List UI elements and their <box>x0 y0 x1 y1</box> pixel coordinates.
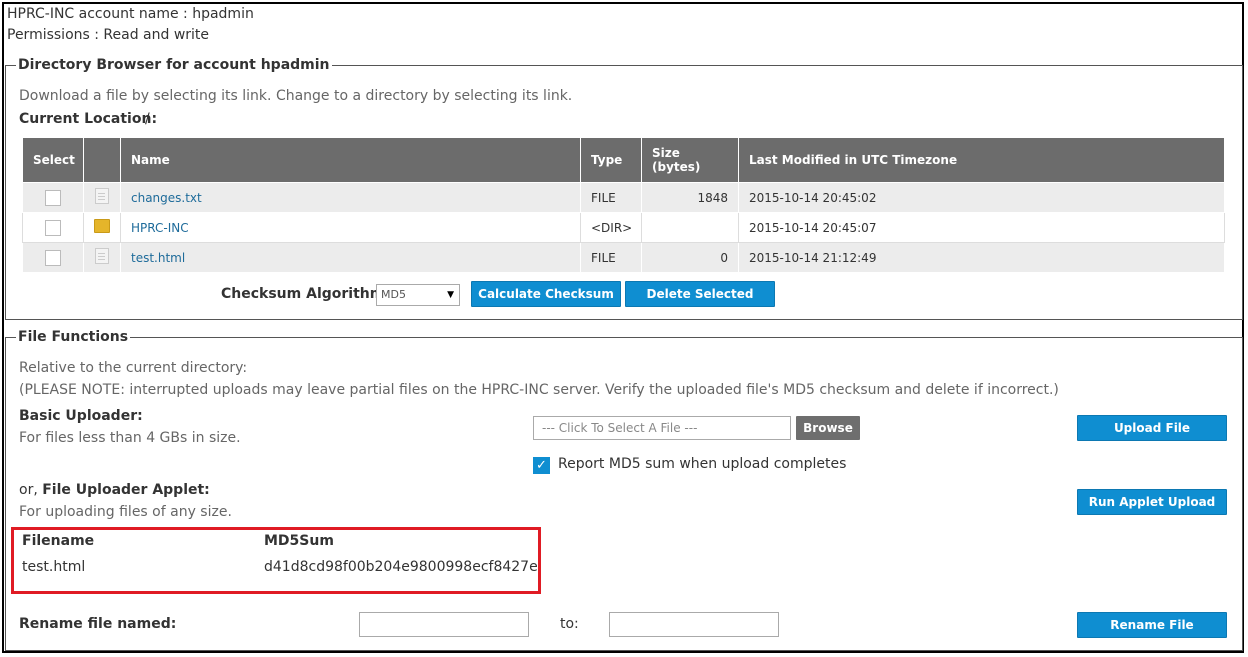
type-cell: <DIR> <box>580 212 642 243</box>
col-modified: Last Modified in UTC Timezone <box>738 137 1225 183</box>
size-cell: 1848 <box>641 182 739 213</box>
rename-from-input[interactable] <box>359 612 529 637</box>
permissions: Permissions : Read and write <box>7 27 210 43</box>
file-select-input[interactable]: --- Click To Select A File --- <box>533 416 791 440</box>
relative-note: Relative to the current directory: <box>19 360 248 376</box>
applet-prefix: or, <box>19 482 38 498</box>
delete-selected-button[interactable]: Delete Selected <box>625 281 775 307</box>
current-location-value: / <box>145 111 150 127</box>
file-link[interactable]: changes.txt <box>131 191 202 205</box>
row-select-checkbox[interactable] <box>45 189 61 206</box>
table-header-row: Select Name Type Size (bytes) Last Modif… <box>22 137 1225 183</box>
report-md5-checkbox[interactable]: ✓ <box>533 457 550 474</box>
col-size: Size (bytes) <box>641 137 739 183</box>
run-applet-upload-button[interactable]: Run Applet Upload <box>1077 489 1227 515</box>
file-link[interactable]: test.html <box>131 251 185 265</box>
rename-file-button[interactable]: Rename File <box>1077 612 1227 638</box>
browse-button[interactable]: Browse <box>796 416 860 440</box>
rename-to-label: to: <box>560 616 579 632</box>
col-type: Type <box>580 137 642 183</box>
md5-filename-value: test.html <box>22 559 86 575</box>
applet-line: or, File Uploader Applet: <box>19 482 210 498</box>
upload-file-button[interactable]: Upload File <box>1077 415 1227 441</box>
directory-instructions: Download a file by selecting its link. C… <box>19 88 573 104</box>
modified-cell: 2015-10-14 20:45:07 <box>738 212 1225 243</box>
table-row: changes.txt FILE 1848 2015-10-14 20:45:0… <box>22 182 1225 213</box>
modified-cell: 2015-10-14 20:45:02 <box>738 182 1225 213</box>
size-cell: 0 <box>641 242 739 273</box>
checksum-selected-value: MD5 <box>381 288 406 301</box>
table-row: HPRC-INC <DIR> 2015-10-14 20:45:07 <box>22 212 1225 243</box>
col-name: Name <box>120 137 581 183</box>
size-cell <box>641 212 739 243</box>
current-location-label: Current Location: <box>19 111 158 127</box>
col-icon <box>83 137 121 183</box>
calculate-checksum-button[interactable]: Calculate Checksum <box>471 281 621 307</box>
basic-uploader-desc: For files less than 4 GBs in size. <box>19 430 241 446</box>
account-name: HPRC-INC account name : hpadmin <box>7 6 254 22</box>
directory-browser-legend: Directory Browser for account hpadmin <box>16 57 332 73</box>
md5-filename-header: Filename <box>22 533 95 549</box>
file-functions-legend: File Functions <box>16 329 131 345</box>
md5-sum-value: d41d8cd98f00b204e9800998ecf8427e <box>264 559 538 575</box>
type-cell: FILE <box>580 242 642 273</box>
col-select: Select <box>22 137 84 183</box>
upload-warning: (PLEASE NOTE: interrupted uploads may le… <box>19 382 1059 398</box>
applet-title: File Uploader Applet: <box>42 482 210 498</box>
table-row: test.html FILE 0 2015-10-14 21:12:49 <box>22 242 1225 273</box>
file-icon <box>95 248 109 264</box>
applet-desc: For uploading files of any size. <box>19 504 232 520</box>
row-select-checkbox[interactable] <box>45 249 61 266</box>
basic-uploader-title: Basic Uploader: <box>19 408 143 424</box>
checksum-algorithm-label: Checksum Algorithm: <box>221 286 390 302</box>
file-icon <box>95 188 109 204</box>
folder-icon <box>94 219 110 233</box>
rename-to-input[interactable] <box>609 612 779 637</box>
checksum-algorithm-select[interactable]: MD5 ▼ <box>376 284 460 306</box>
modified-cell: 2015-10-14 21:12:49 <box>738 242 1225 273</box>
chevron-down-icon: ▼ <box>447 290 454 300</box>
directory-table: Select Name Type Size (bytes) Last Modif… <box>22 137 1225 273</box>
directory-link[interactable]: HPRC-INC <box>131 221 189 235</box>
md5-sum-header: MD5Sum <box>264 533 334 549</box>
rename-label: Rename file named: <box>19 616 177 632</box>
report-md5-label: Report MD5 sum when upload completes <box>558 456 847 472</box>
row-select-checkbox[interactable] <box>45 219 61 236</box>
type-cell: FILE <box>580 182 642 213</box>
